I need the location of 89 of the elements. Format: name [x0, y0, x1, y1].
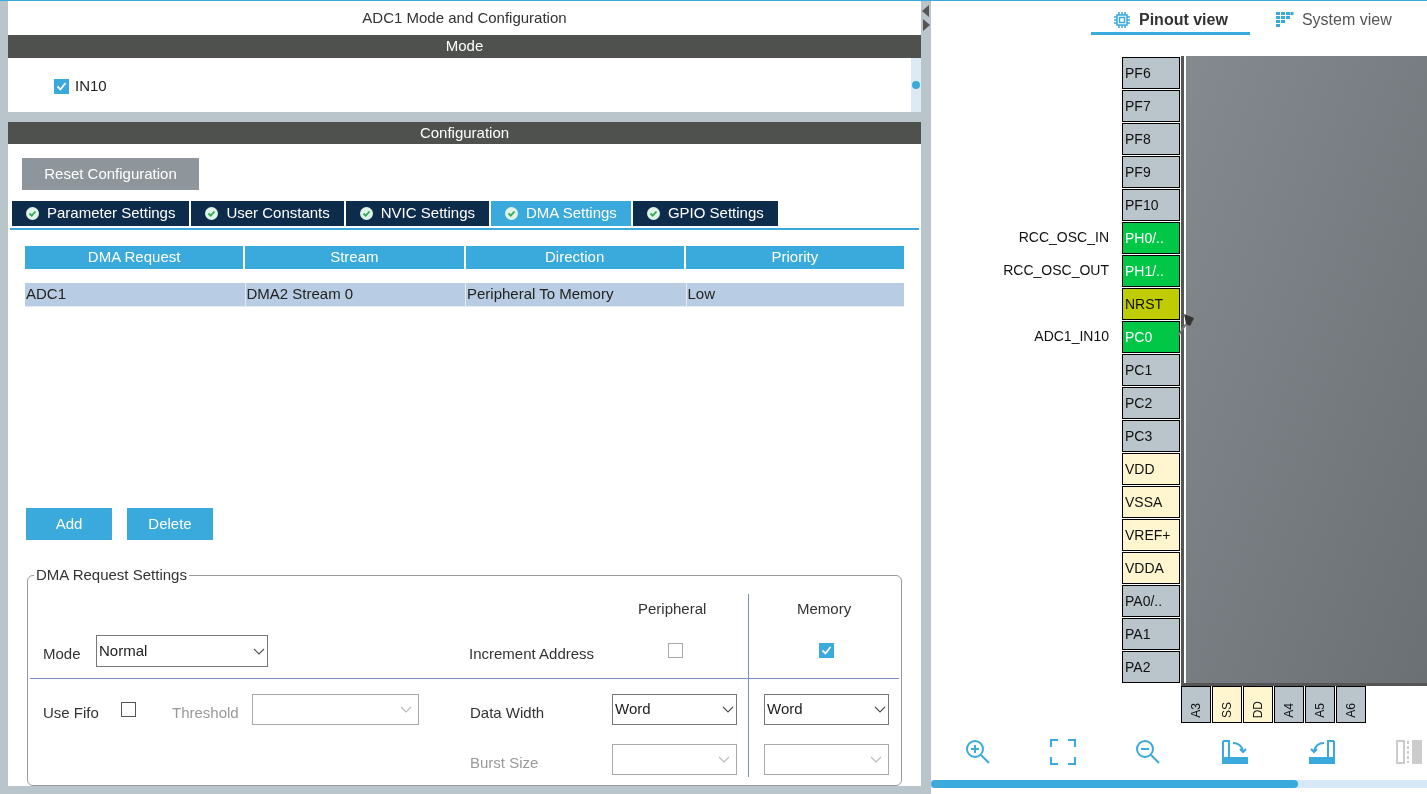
view-tab[interactable]: System view: [1253, 7, 1414, 35]
check-circle-icon: [505, 207, 518, 220]
pin[interactable]: VSSA: [1122, 485, 1180, 518]
pin[interactable]: PF6: [1122, 56, 1180, 89]
threshold-dropdown[interactable]: [252, 694, 419, 725]
field-label: Data Width: [470, 703, 545, 723]
checkbox[interactable]: [668, 643, 683, 658]
column-heading: Peripheral: [638, 599, 707, 619]
column-heading: Memory: [797, 599, 852, 619]
pin[interactable]: VDD: [1122, 452, 1180, 485]
table-cell-text: ADC1: [26, 284, 66, 305]
signal-label: ADC1_IN10: [1034, 327, 1109, 346]
pin[interactable]: A4: [1274, 686, 1304, 723]
scrollbar[interactable]: [911, 57, 921, 112]
pin[interactable]: PF9: [1122, 155, 1180, 188]
pin-label: SS: [1221, 702, 1233, 718]
tab[interactable]: NVIC Settings: [345, 201, 489, 226]
table-row[interactable]: ADC1 DMA2 Stream 0 Peripheral To Memory Low: [25, 283, 904, 307]
section-header: Mode: [8, 35, 921, 58]
checkbox[interactable]: [54, 78, 69, 94]
dropdown-value: Word: [615, 699, 651, 720]
pin[interactable]: PC2: [1122, 386, 1180, 419]
pin-label: A4: [1283, 703, 1295, 718]
tab[interactable]: Parameter Settings: [12, 201, 190, 226]
pin[interactable]: DD: [1243, 686, 1273, 723]
field-label: Increment Address: [469, 644, 595, 664]
rotate-left-icon[interactable]: [1307, 739, 1336, 765]
data-width-dropdown[interactable]: Word: [612, 694, 737, 725]
pin[interactable]: A5: [1305, 686, 1335, 723]
mode-dropdown[interactable]: Normal: [96, 635, 268, 667]
checkbox-label: IN10: [75, 75, 107, 96]
pin[interactable]: PA2: [1122, 650, 1180, 683]
burst-size-dropdown[interactable]: [764, 744, 889, 775]
section-header: Configuration: [8, 121, 921, 144]
pin[interactable]: A3: [1181, 686, 1211, 723]
view-tab[interactable]: Pinout view: [1091, 7, 1250, 35]
check-circle-icon: [359, 207, 373, 220]
zoom-in-icon[interactable]: [965, 739, 991, 765]
pin[interactable]: PC1: [1122, 353, 1180, 386]
bars-icon: [1275, 10, 1294, 29]
group-title: DMA Request Settings: [34, 566, 189, 584]
pin[interactable]: PF7: [1122, 89, 1180, 122]
pin-label: A3: [1190, 703, 1202, 718]
chevron-down-icon: [874, 706, 886, 713]
pin[interactable]: PF8: [1122, 122, 1180, 155]
data-width-dropdown[interactable]: Word: [764, 694, 889, 725]
pin[interactable]: PC3: [1122, 419, 1180, 452]
pin[interactable]: SS: [1212, 686, 1242, 723]
pin[interactable]: PA1: [1122, 617, 1180, 650]
zoom-out-icon[interactable]: [1135, 739, 1162, 765]
fit-screen-icon[interactable]: [1050, 739, 1077, 765]
signal-label: RCC_OSC_IN: [1018, 228, 1109, 247]
chevron-down-icon: [718, 756, 730, 763]
pin-label: A6: [1345, 703, 1357, 718]
split-view-icon[interactable]: [1394, 739, 1423, 765]
pin-label: DD: [1252, 700, 1264, 718]
check-circle-icon: [26, 207, 39, 220]
pin-label: A5: [1314, 703, 1326, 718]
checkbox[interactable]: [819, 643, 834, 658]
checkbox[interactable]: [121, 702, 136, 717]
field-label: Use Fifo: [43, 703, 99, 723]
chevron-down-icon: [722, 706, 734, 713]
horizontal-scrollbar[interactable]: [931, 780, 1427, 788]
rotate-right-icon[interactable]: [1220, 739, 1249, 765]
pin[interactable]: PF10: [1122, 188, 1180, 221]
table-cell-text: Low: [687, 284, 716, 305]
check-circle-icon: [205, 207, 219, 220]
table-cell-text: DMA2 Stream 0: [246, 284, 354, 305]
dropdown-value: Normal: [99, 640, 148, 661]
chevron-down-icon: [870, 756, 882, 763]
pin[interactable]: NRST: [1122, 287, 1180, 320]
table-cell-text: Peripheral To Memory: [467, 284, 614, 305]
burst-size-dropdown[interactable]: [612, 744, 737, 775]
pin[interactable]: PA0/..: [1122, 584, 1180, 617]
pin[interactable]: VREF+: [1122, 518, 1180, 551]
check-circle-icon: [646, 207, 660, 220]
field-label: Threshold: [172, 703, 239, 723]
dropdown-value: Word: [767, 699, 803, 720]
tab[interactable]: GPIO Settings: [632, 201, 778, 226]
tab[interactable]: User Constants: [191, 201, 344, 226]
pin[interactable]: A6: [1336, 686, 1366, 723]
panel-title: ADC1 Mode and Configuration: [362, 7, 567, 28]
chevron-down-icon: [253, 647, 265, 655]
chevron-down-icon: [400, 706, 412, 713]
pin[interactable]: VDDA: [1122, 551, 1180, 584]
signal-label: RCC_OSC_OUT: [1003, 261, 1109, 280]
chip-icon: [1113, 10, 1131, 29]
field-label: Burst Size: [470, 753, 539, 773]
field-label: Mode: [43, 644, 81, 664]
